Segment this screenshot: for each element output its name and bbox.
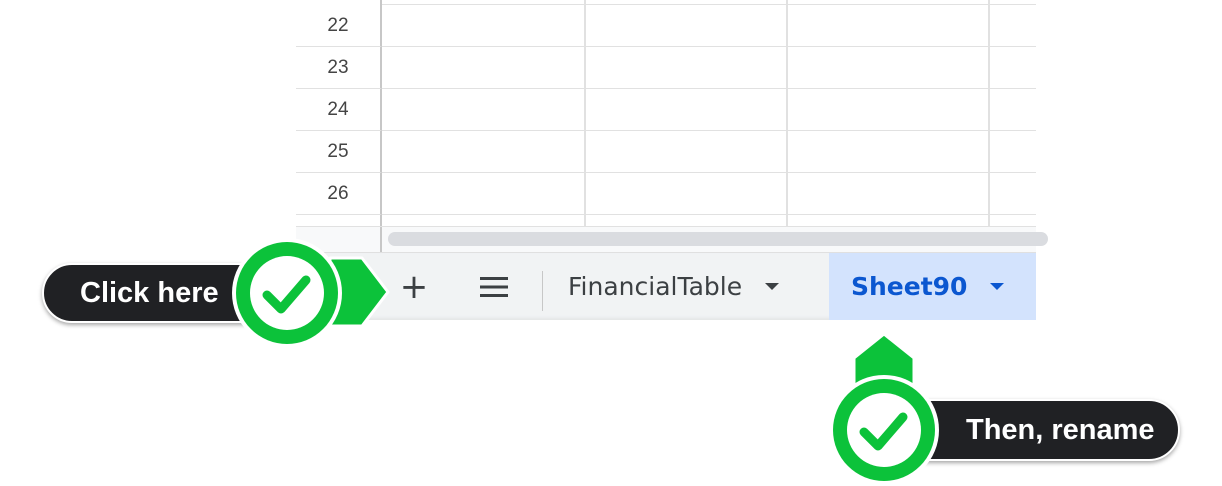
checkmark-icon (829, 375, 939, 485)
callout-badge-2 (829, 375, 939, 485)
